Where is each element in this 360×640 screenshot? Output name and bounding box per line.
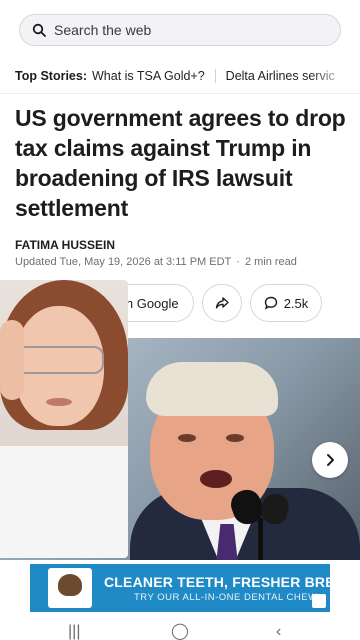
article-author[interactable]: FATIMA HUSSEIN — [15, 238, 115, 252]
chevron-right-icon — [327, 454, 334, 466]
system-nav-bar: ||| ◯ ‹ — [0, 616, 360, 640]
comments-count: 2.5k — [283, 295, 309, 311]
article-headline: US government agrees to drop tax claims … — [15, 105, 346, 221]
overlay-hand — [0, 320, 24, 400]
story-divider — [214, 68, 216, 83]
ad-title: CLEANER TEETH, FRESHER BREATH — [104, 574, 330, 590]
overlay-glasses — [16, 346, 104, 374]
photo-eye — [226, 434, 244, 442]
ad-subtitle: TRY OUR ALL-IN-ONE DENTAL CHEW — [134, 592, 318, 603]
recents-icon[interactable]: ||| — [68, 624, 80, 640]
story-link-tsa[interactable]: What is TSA Gold+? — [92, 69, 205, 83]
photo-mic-stand — [258, 518, 263, 560]
back-icon[interactable]: ‹ — [276, 624, 281, 640]
comment-icon — [264, 296, 277, 310]
top-stories-label: Top Stories: — [15, 68, 87, 83]
ad-product-image — [48, 568, 92, 608]
search-bar[interactable]: Search the web — [19, 14, 341, 46]
top-stories-bar: Top Stories: What is TSA Gold+? Delta Ai… — [0, 58, 360, 94]
photo-eye — [178, 434, 196, 442]
share-button[interactable] — [202, 284, 242, 322]
photo-mouth — [200, 470, 232, 488]
read-time: 2 min read — [244, 256, 297, 268]
fade-overlay — [310, 58, 360, 93]
updated-timestamp: Updated Tue, May 19, 2026 at 3:11 PM EDT — [15, 256, 232, 268]
search-placeholder: Search the web — [54, 22, 152, 38]
next-image-button[interactable] — [312, 442, 348, 478]
comments-button[interactable]: 2.5k — [250, 284, 322, 322]
photo-hair — [146, 362, 278, 416]
top-bar: Search the web — [0, 0, 360, 58]
article-meta: Updated Tue, May 19, 2026 at 3:11 PM EDT… — [15, 256, 297, 268]
adchoices-icon[interactable] — [312, 594, 326, 608]
overlay-shirt — [0, 446, 128, 558]
video-overlay-person[interactable] — [0, 280, 128, 558]
ad-banner[interactable]: CLEANER TEETH, FRESHER BREATH TRY OUR AL… — [30, 564, 330, 612]
search-icon — [32, 23, 46, 37]
overlay-lips — [46, 398, 72, 406]
home-icon[interactable]: ◯ — [171, 624, 189, 640]
meta-dot: · — [236, 256, 240, 268]
share-icon — [215, 297, 229, 309]
